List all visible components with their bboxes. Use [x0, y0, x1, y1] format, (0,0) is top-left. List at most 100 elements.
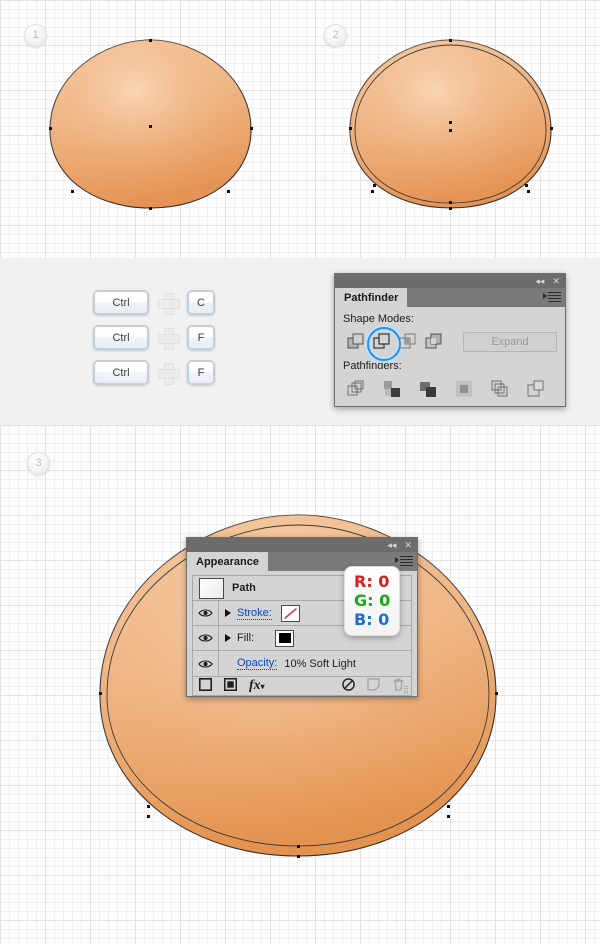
appearance-titlebar: ◂◂ ✕	[187, 538, 417, 552]
tab-pathfinder[interactable]: Pathfinder	[335, 288, 408, 307]
rgb-green-value: G: 0	[354, 591, 391, 610]
step-badge-1: 1	[24, 24, 47, 47]
pathfinder-panel[interactable]: ◂◂ ✕ Pathfinder Shape Modes: Expand Path…	[334, 273, 566, 407]
expand-button[interactable]: Expand	[463, 332, 557, 352]
pathfinder-tabbar: Pathfinder	[335, 288, 565, 307]
anchor-point	[372, 183, 376, 187]
anchor-point	[296, 854, 300, 858]
key-ctrl[interactable]: Ctrl	[93, 290, 149, 315]
key-label: F	[197, 331, 205, 344]
eye-icon[interactable]	[193, 651, 219, 676]
opacity-value: 10% Soft Light	[284, 657, 356, 670]
pathfinder-body: Shape Modes: Expand Pathfinders:	[335, 307, 565, 409]
center-point	[448, 120, 452, 124]
anchor-point	[146, 804, 150, 808]
anchor-point	[549, 126, 553, 130]
tab-label: Pathfinder	[344, 291, 399, 304]
anchor-point	[448, 200, 452, 204]
stroke-swatch-none-icon[interactable]	[280, 604, 300, 622]
disclosure-triangle-icon[interactable]	[219, 609, 237, 617]
anchor-point	[448, 206, 452, 210]
opacity-label[interactable]: Opacity:	[237, 657, 278, 670]
collapse-icon[interactable]: ◂◂	[387, 540, 396, 550]
anchor-point	[48, 126, 52, 130]
anchor-point	[370, 189, 374, 193]
appearance-footer: fx▾ ⣿	[192, 676, 412, 696]
pathfinders-row	[343, 377, 557, 401]
anchor-point	[98, 691, 102, 695]
rgb-tooltip: R: 0 G: 0 B: 0	[344, 566, 401, 636]
step-badge-3: 3	[27, 452, 50, 475]
tab-appearance[interactable]: Appearance	[187, 552, 268, 571]
disclosure-triangle-icon[interactable]	[219, 634, 237, 642]
anchor-point	[494, 691, 498, 695]
key-f[interactable]: F	[187, 325, 215, 350]
eye-icon[interactable]	[193, 601, 219, 625]
key-ctrl[interactable]: Ctrl	[93, 360, 149, 385]
fill-label[interactable]: Fill:	[237, 632, 254, 644]
path-thumbnail-icon	[199, 577, 224, 599]
pf-merge-icon[interactable]	[415, 377, 441, 401]
pf-exclude-icon[interactable]	[421, 330, 447, 354]
center-point	[448, 128, 452, 132]
shortcut-row-3: Ctrl F	[93, 360, 215, 385]
plus-icon	[158, 292, 180, 315]
center-point	[148, 124, 152, 128]
pf-divide-icon[interactable]	[343, 377, 369, 401]
add-new-fill-icon[interactable]	[223, 677, 238, 694]
pf-minus-front-icon[interactable]	[367, 327, 401, 361]
appearance-target-label: Path	[232, 582, 256, 594]
collapse-icon[interactable]: ◂◂	[535, 276, 544, 286]
step-badge-label: 2	[332, 29, 339, 41]
key-label: Ctrl	[112, 331, 130, 344]
pf-outline-icon[interactable]	[487, 377, 513, 401]
pf-minus-back-icon[interactable]	[523, 377, 549, 401]
shape-modes-label: Shape Modes:	[343, 313, 414, 325]
eye-icon[interactable]	[193, 626, 219, 650]
shortcut-row-2: Ctrl F	[93, 325, 215, 350]
anchor-point	[70, 189, 74, 193]
panel-menu-icon[interactable]	[395, 556, 413, 567]
close-icon[interactable]: ✕	[404, 540, 412, 550]
anchor-point	[148, 206, 152, 210]
plus-icon	[158, 327, 180, 350]
egg-shape-step-1	[48, 38, 253, 210]
stroke-label[interactable]: Stroke:	[237, 607, 272, 620]
anchor-point	[226, 189, 230, 193]
shortcut-row-1: Ctrl C	[93, 290, 215, 315]
key-label: F	[197, 366, 205, 379]
key-f[interactable]: F	[187, 360, 215, 385]
add-new-effect-icon[interactable]: fx▾	[249, 678, 265, 694]
fill-swatch-black-icon[interactable]	[275, 629, 295, 647]
key-ctrl[interactable]: Ctrl	[93, 325, 149, 350]
step-badge-label: 3	[35, 457, 42, 469]
pathfinders-label: Pathfinders:	[343, 360, 402, 372]
anchor-point	[526, 189, 530, 193]
anchor-point	[524, 183, 528, 187]
key-label: Ctrl	[112, 366, 130, 379]
appearance-row-opacity[interactable]: Opacity: 10% Soft Light	[193, 651, 411, 676]
anchor-point	[446, 814, 450, 818]
close-icon[interactable]: ✕	[552, 276, 560, 286]
pathfinder-titlebar: ◂◂ ✕	[335, 274, 565, 288]
anchor-point	[146, 814, 150, 818]
pf-crop-icon[interactable]	[451, 377, 477, 401]
anchor-point	[249, 126, 253, 130]
pf-trim-icon[interactable]	[379, 377, 405, 401]
pf-unite-icon[interactable]	[343, 330, 369, 354]
plus-icon	[158, 362, 180, 385]
anchor-point	[448, 38, 452, 42]
expand-label: Expand	[491, 336, 529, 348]
tutorial-screenshot: 1 2 3 Ctrl C Ctrl F Ctrl F ◂◂ ✕ Pathfind…	[0, 0, 600, 944]
resize-grip-icon[interactable]: ⣿	[403, 685, 409, 694]
rgb-blue-value: B: 0	[354, 610, 390, 629]
key-label: C	[197, 296, 205, 309]
panel-menu-icon[interactable]	[543, 292, 561, 303]
key-label: Ctrl	[112, 296, 130, 309]
add-new-stroke-icon[interactable]	[198, 677, 213, 694]
clear-appearance-icon[interactable]	[342, 678, 355, 694]
duplicate-item-icon[interactable]	[367, 678, 380, 694]
pf-intersect-icon[interactable]	[395, 330, 421, 354]
rgb-red-value: R: 0	[354, 572, 390, 591]
key-c[interactable]: C	[187, 290, 215, 315]
